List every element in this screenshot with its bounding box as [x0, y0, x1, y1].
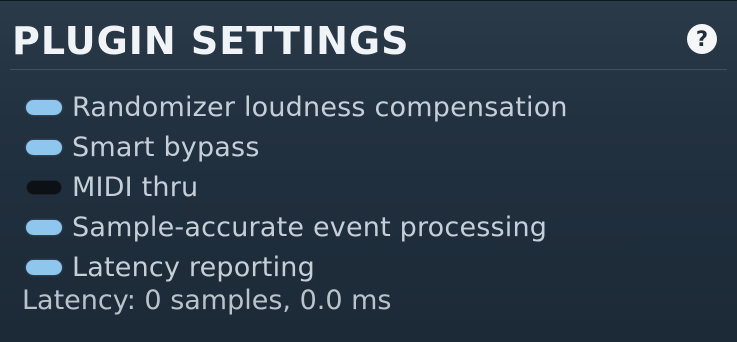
option-randomizer-loudness-compensation[interactable]: Randomizer loudness compensation — [22, 87, 717, 127]
option-sample-accurate-event-processing[interactable]: Sample-accurate event processing — [22, 207, 717, 247]
option-label: MIDI thru — [72, 171, 199, 203]
toggle-switch[interactable] — [26, 219, 62, 235]
toggle-switch[interactable] — [26, 99, 62, 115]
latency-status: Latency: 0 samples, 0.0 ms — [22, 285, 392, 316]
option-label: Smart bypass — [72, 131, 260, 163]
header-divider — [10, 69, 727, 70]
toggle-switch[interactable] — [26, 259, 62, 275]
settings-options-list: Randomizer loudness compensation Smart b… — [22, 87, 717, 287]
panel-title: PLUGIN SETTINGS — [12, 19, 410, 63]
help-icon[interactable]: ? — [687, 24, 717, 54]
panel-header: PLUGIN SETTINGS ? — [12, 11, 725, 67]
option-label: Sample-accurate event processing — [72, 211, 548, 243]
option-label: Randomizer loudness compensation — [72, 91, 568, 123]
option-latency-reporting[interactable]: Latency reporting — [22, 247, 717, 287]
option-label: Latency reporting — [72, 251, 315, 283]
plugin-settings-panel: PLUGIN SETTINGS ? Randomizer loudness co… — [0, 0, 737, 342]
option-smart-bypass[interactable]: Smart bypass — [22, 127, 717, 167]
toggle-switch[interactable] — [26, 139, 62, 155]
toggle-switch[interactable] — [26, 179, 62, 195]
option-midi-thru[interactable]: MIDI thru — [22, 167, 717, 207]
